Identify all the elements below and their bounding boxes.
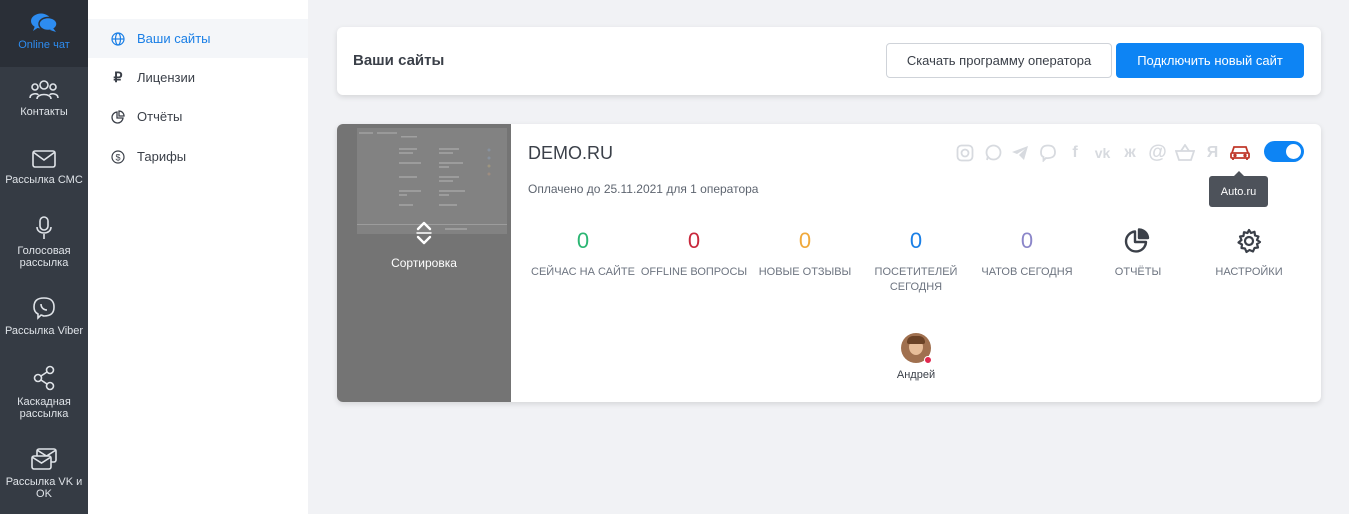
rail-item-label: Голосовая рассылка [17, 245, 71, 269]
stat-value: 0 [576, 228, 590, 253]
reports-link[interactable]: ОТЧЁТЫ [1082, 228, 1194, 280]
share-icon [33, 365, 55, 391]
site-name[interactable]: DEMO.RU [528, 143, 613, 164]
settings-label: НАСТРОЙКИ [1215, 266, 1283, 278]
basket-icon[interactable] [1174, 142, 1196, 164]
rail-item-label: Рассылка VK и OK [5, 476, 83, 500]
stat-value: 0 [1020, 228, 1034, 253]
car-icon[interactable] [1229, 142, 1251, 164]
rail-item-cascade[interactable]: Каскадная рассылка [0, 365, 88, 420]
sidebar-item-tariffs[interactable]: $ Тарифы [88, 137, 308, 176]
rail-item-label: Каскадная рассылка [17, 396, 71, 420]
status-dot [924, 356, 932, 364]
viber-icon [33, 297, 55, 320]
contacts-icon [29, 80, 59, 100]
sites-header-card: Ваши сайты Скачать программу оператора П… [337, 27, 1321, 95]
rail-item-label: Рассылка Viber [4, 325, 84, 337]
download-operator-button[interactable]: Скачать программу оператора [886, 43, 1112, 78]
viber-icon[interactable] [1037, 142, 1059, 164]
sort-label: Сортировка [391, 256, 457, 270]
avatar [901, 333, 932, 364]
connect-site-button[interactable]: Подключить новый сайт [1116, 43, 1304, 78]
globe-icon [111, 31, 125, 46]
stat-visitors-today[interactable]: 0 ПОСЕТИТЕЛЕЙ СЕГОДНЯ [860, 228, 972, 295]
gear-icon [1193, 228, 1305, 254]
rail-item-label: Рассылка СМС [5, 174, 83, 186]
main-rail: Online чат Контакты Рассылка СМС Голосов… [0, 0, 88, 514]
sidebar-item-label: Отчёты [137, 109, 183, 124]
site-card: Сортировка DEMO.RU Оплачено до 25.11.202… [337, 124, 1321, 402]
avatar-hair [907, 336, 925, 344]
stat-value: 0 [687, 228, 701, 253]
stat-value: 0 [798, 228, 812, 253]
rail-item-sms[interactable]: Рассылка СМС [0, 149, 88, 186]
stat-offline-questions[interactable]: 0 OFFLINE ВОПРОСЫ [638, 228, 750, 280]
sidebar-item-label: Ваши сайты [137, 31, 211, 46]
site-thumbnail[interactable]: Сортировка [337, 124, 511, 402]
site-enabled-toggle[interactable] [1264, 141, 1304, 162]
stat-label: ПОСЕТИТЕЛЕЙ СЕГОДНЯ [874, 266, 958, 293]
microphone-icon [36, 216, 52, 239]
mail-stack-icon [31, 448, 57, 470]
operator-item[interactable]: Андрей [888, 333, 944, 381]
stat-label: ЧАТОВ СЕГОДНЯ [981, 266, 1073, 278]
stat-new-reviews[interactable]: 0 НОВЫЕ ОТЗЫВЫ [749, 228, 861, 280]
odnoklassniki-icon[interactable]: ж [1119, 142, 1141, 164]
sidebar-item-sites[interactable]: Ваши сайты [88, 19, 308, 58]
section-sidebar: Ваши сайты ₽ Лицензии Отчёты $ Тарифы [88, 0, 308, 514]
rail-item-online-chat[interactable]: Online чат [0, 0, 88, 67]
rail-item-viber[interactable]: Рассылка Viber [0, 296, 88, 337]
rail-item-label: Online чат [18, 39, 70, 51]
yandex-icon[interactable]: Я [1202, 142, 1224, 164]
settings-link[interactable]: НАСТРОЙКИ [1193, 228, 1305, 280]
rail-item-vk-ok[interactable]: Рассылка VK и OK [0, 447, 88, 500]
stat-chats-today[interactable]: 0 ЧАТОВ СЕГОДНЯ [971, 228, 1083, 280]
chat-bubbles-icon [31, 13, 58, 32]
telegram-icon[interactable] [1009, 142, 1031, 164]
sidebar-item-reports[interactable]: Отчёты [88, 97, 308, 136]
pie-chart-icon [111, 109, 125, 124]
email-at-icon[interactable]: @ [1147, 142, 1169, 164]
ruble-icon: ₽ [113, 69, 123, 85]
pie-chart-icon [1082, 228, 1194, 254]
reports-label: ОТЧЁТЫ [1114, 266, 1162, 278]
page-title: Ваши сайты [353, 52, 445, 69]
channel-icons: f vk ж @ Я [954, 142, 1257, 164]
whatsapp-icon[interactable] [982, 142, 1004, 164]
site-preview-image [357, 128, 507, 234]
operator-name: Андрей [896, 369, 936, 381]
envelope-icon [32, 150, 56, 168]
paid-until-text: Оплачено до 25.11.2021 для 1 оператора [528, 182, 759, 196]
instagram-icon[interactable] [954, 142, 976, 164]
sort-arrows-icon [416, 221, 432, 245]
channel-tooltip: Auto.ru [1209, 171, 1268, 207]
dollar-circle-icon: $ [111, 149, 125, 164]
sidebar-item-licenses[interactable]: ₽ Лицензии [88, 58, 308, 97]
stat-value: 0 [909, 228, 923, 253]
sidebar-item-label: Тарифы [137, 149, 187, 164]
rail-item-label: Контакты [20, 106, 68, 118]
facebook-icon[interactable]: f [1064, 142, 1086, 164]
stat-online-now[interactable]: 0 СЕЙЧАС НА САЙТЕ [527, 228, 639, 280]
stat-label: НОВЫЕ ОТЗЫВЫ [758, 266, 852, 278]
toggle-knob [1286, 144, 1301, 159]
sidebar-item-label: Лицензии [137, 70, 195, 85]
rail-item-voice[interactable]: Голосовая рассылка [0, 216, 88, 269]
stat-label: СЕЙЧАС НА САЙТЕ [531, 266, 635, 278]
svg-text:$: $ [115, 152, 120, 162]
stat-label: OFFLINE ВОПРОСЫ [640, 266, 748, 278]
vk-icon[interactable]: vk [1092, 142, 1114, 164]
rail-item-contacts[interactable]: Контакты [0, 79, 88, 118]
